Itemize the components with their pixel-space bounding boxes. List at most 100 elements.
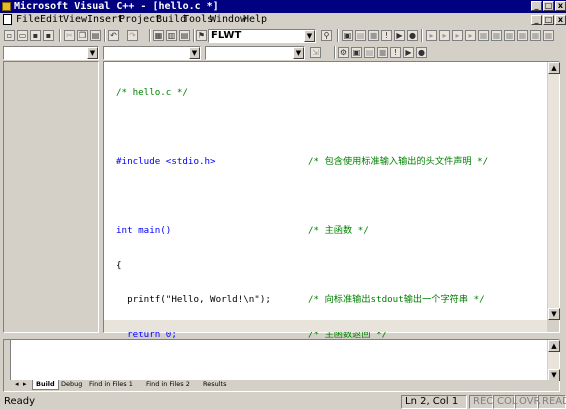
scroll-down-icon[interactable]: ▼ [548,308,560,320]
redo-icon[interactable]: ↷ [127,30,138,41]
open-folder-icon[interactable]: ▭ [17,30,28,41]
code-text: { [116,259,122,271]
menu-tools[interactable]: Tools [183,14,213,26]
status-bar: Ready Ln 2, Col 1 REC COL OVR READ [0,394,566,410]
members-combo[interactable]: ▼ [205,46,305,60]
menu-project[interactable]: Project [119,14,161,26]
editor-vertical-scrollbar[interactable]: ▲ ▼ [547,62,560,320]
scroll-corner [547,320,559,332]
execute-mini-icon[interactable]: ! [390,47,401,58]
debug-step-icon[interactable]: ▸ [426,30,437,41]
status-message: Ready [4,396,36,407]
stop-mini-icon[interactable]: ■ [377,47,388,58]
tab-results[interactable]: Results [200,380,229,390]
find-in-files-icon[interactable]: ⚑ [196,30,207,41]
variables-icon[interactable]: ▦ [491,30,502,41]
build-mini-icon[interactable]: ⚙ [338,47,349,58]
copy-icon[interactable]: ❐ [77,30,88,41]
code-line: printf("Hello, World!\n"); /* 向标准输出stdout… [116,294,544,306]
standard-toolbar: ▫ ▭ ▪ ▪ ✂ ❐ ▤ ↶ ↷ ▦ ▥ ▤ ⚑ FLWT ▼ ⚲ ▣ ▤ ■… [0,28,566,44]
code-text: int main() [116,225,172,236]
cut-icon[interactable]: ✂ [64,30,75,41]
debug-step-out-icon[interactable]: ▸ [452,30,463,41]
app-icon[interactable] [2,2,11,11]
output-vertical-scrollbar[interactable]: ▲ ▼ [547,340,560,381]
code-editor[interactable]: /* hello.c */ #include <stdio.h> /* 包含使用标… [103,61,560,374]
memory-icon[interactable]: ▦ [517,30,528,41]
new-file-icon[interactable]: ▫ [4,30,15,41]
menu-build[interactable]: Build [156,14,186,26]
doc-minimize-button[interactable]: _ [531,15,542,25]
build-icon[interactable]: ▤ [355,30,366,41]
save-all-icon[interactable]: ▪ [43,30,54,41]
menu-edit[interactable]: Edit [40,14,64,26]
build-all-mini-icon[interactable]: ▤ [364,47,375,58]
scroll-up-icon[interactable]: ▲ [548,340,560,352]
debug-step-over-icon[interactable]: ▸ [439,30,450,41]
menu-window[interactable]: Window [210,14,246,26]
code-line: #include <stdio.h> /* 包含使用标准输入输出的头文件声明 */ [116,156,544,168]
workspace-pane[interactable] [3,61,99,333]
scroll-up-icon[interactable]: ▲ [548,62,560,74]
col-indicator: COL [493,395,517,409]
menu-view[interactable]: View [63,14,87,26]
code-text: #include <stdio.h> [116,156,216,167]
stop-build-icon[interactable]: ■ [368,30,379,41]
chevron-down-icon[interactable]: ▼ [304,30,315,42]
registers-icon[interactable]: ▦ [504,30,515,41]
call-stack-icon[interactable]: ▦ [530,30,541,41]
menu-insert[interactable]: Insert [87,14,123,26]
tab-find-in-files-2[interactable]: Find in Files 2 [143,380,193,390]
rec-indicator: REC [469,395,493,409]
execute-icon[interactable]: ! [381,30,392,41]
watch-icon[interactable]: ▦ [478,30,489,41]
doc-close-button[interactable]: x [555,15,566,25]
wizard-toolbar: ▼ ▼ ▼ ⇲ ⚙ ▣ ▤ ■ ! ▶ ● [0,45,566,61]
code-line: /* hello.c */ [116,87,544,99]
doc-restore-button[interactable]: □ [543,15,554,25]
menu-file[interactable]: File [16,14,40,26]
chevron-down-icon[interactable]: ▼ [87,47,98,59]
tab-find-in-files-1[interactable]: Find in Files 1 [86,380,136,390]
compile-mini-icon[interactable]: ▣ [351,47,362,58]
breakpoint-icon[interactable]: ● [407,30,418,41]
breakpoint-mini-icon[interactable]: ● [416,47,427,58]
close-button[interactable]: x [555,1,566,11]
output-pane[interactable]: ▲ ▼ ◂ ▸ Build Debug Find in Files 1 Find… [3,339,560,392]
chevron-down-icon[interactable]: ▼ [189,47,200,59]
menu-help[interactable]: Help [243,14,267,26]
find-combo-value: FLWT [211,30,242,41]
code-text: printf("Hello, World!\n"); [116,294,271,305]
editor-horizontal-scrollbar[interactable] [104,320,547,332]
disassembly-icon[interactable]: ▦ [543,30,554,41]
tab-scroll-right[interactable]: ▸ [20,380,30,390]
tab-build[interactable]: Build [32,380,59,390]
window-title: Microsoft Visual C++ - [hello.c *] [14,1,219,12]
go-mini-icon[interactable]: ▶ [403,47,414,58]
search-icon[interactable]: ⚲ [321,30,332,41]
window-list-icon[interactable]: ▤ [179,30,190,41]
undo-icon[interactable]: ↶ [108,30,119,41]
workspace-icon[interactable]: ▦ [153,30,164,41]
save-icon[interactable]: ▪ [30,30,41,41]
tab-debug[interactable]: Debug [58,380,85,390]
paste-icon[interactable]: ▤ [90,30,101,41]
document-icon[interactable] [3,14,12,25]
go-icon[interactable]: ▶ [394,30,405,41]
ovr-indicator: OVR [515,395,540,409]
chevron-down-icon[interactable]: ▼ [293,47,304,59]
wizard-action-icon[interactable]: ⇲ [310,47,321,58]
code-line: { [116,260,544,272]
title-bar[interactable]: Microsoft Visual C++ - [hello.c *] _ □ x [0,0,566,13]
compile-icon[interactable]: ▣ [342,30,353,41]
read-indicator: READ [538,395,566,409]
debug-run-cursor-icon[interactable]: ▸ [465,30,476,41]
code-comment: /* 向标准输出stdout输出一个字符串 */ [308,294,485,305]
filter-combo[interactable]: ▼ [103,46,201,60]
class-combo[interactable]: ▼ [3,46,99,60]
output-window-icon[interactable]: ▥ [166,30,177,41]
maximize-button[interactable]: □ [543,1,554,11]
find-combo[interactable]: FLWT ▼ [208,29,316,43]
minimize-button[interactable]: _ [531,1,542,11]
